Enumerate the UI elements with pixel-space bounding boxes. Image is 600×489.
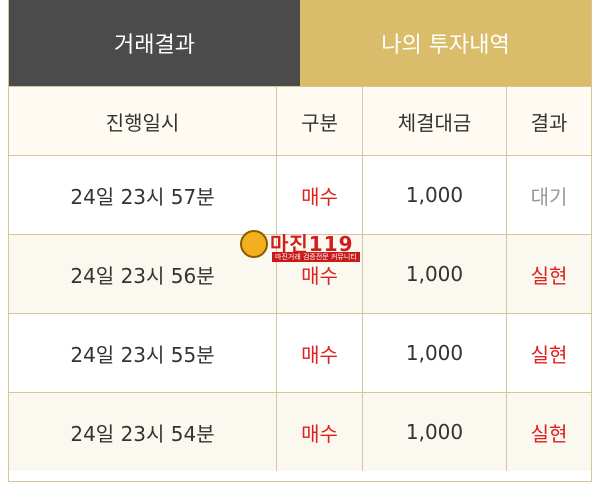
header-result: 결과	[506, 87, 591, 155]
row-amount: 1,000	[362, 314, 506, 392]
watermark-logo: 마진119 마진거래 검증전문 커뮤니티	[240, 228, 360, 262]
header-type: 구분	[276, 87, 362, 155]
row-datetime: 24일 23시 56분	[70, 263, 215, 288]
table-row: 24일 23시 55분 매수 1,000 실현	[9, 313, 591, 392]
row-result: 실현	[506, 235, 591, 313]
row-amount: 1,000	[362, 235, 506, 313]
tab-trade-results[interactable]: 거래결과	[9, 0, 300, 86]
row-result: 실현	[506, 393, 591, 471]
row-amount: 1,000	[362, 393, 506, 471]
tab-bar: 거래결과 나의 투자내역	[9, 0, 591, 86]
row-type: 매수	[276, 314, 362, 392]
table-row: 24일 23시 54분 매수 1,000 실현	[9, 392, 591, 471]
watermark-tagline: 마진거래 검증전문 커뮤니티	[272, 252, 360, 262]
badge-icon	[240, 230, 268, 258]
table-header: 진행일시 구분 체결대금 결과	[9, 86, 591, 155]
row-datetime: 24일 23시 55분	[70, 342, 215, 367]
row-result: 실현	[506, 314, 591, 392]
row-type: 매수	[276, 156, 362, 234]
row-amount: 1,000	[362, 156, 506, 234]
row-type: 매수	[276, 393, 362, 471]
row-datetime: 24일 23시 57분	[70, 184, 215, 209]
row-result: 대기	[506, 156, 591, 234]
table-row: 24일 23시 57분 매수 1,000 대기	[9, 155, 591, 234]
row-datetime: 24일 23시 54분	[70, 421, 215, 446]
tab-my-investment-history[interactable]: 나의 투자내역	[300, 0, 591, 86]
header-amount: 체결대금	[362, 87, 506, 155]
header-datetime: 진행일시	[105, 110, 180, 135]
